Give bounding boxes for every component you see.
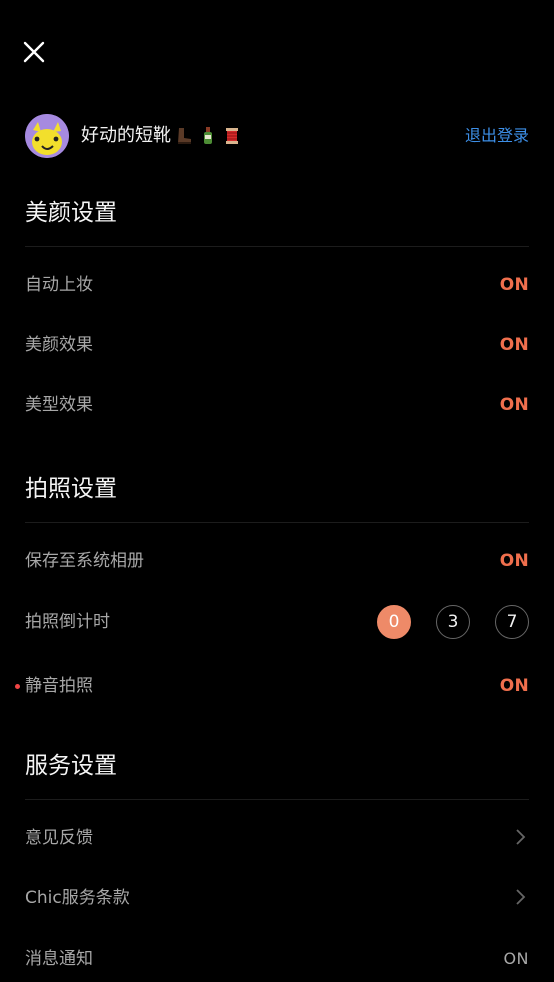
toggle-save-album[interactable]: ON: [500, 549, 529, 573]
setting-label: 美颜效果: [25, 335, 93, 355]
section-title-photo: 拍照设置: [25, 476, 117, 502]
toggle-auto-makeup[interactable]: ON: [500, 273, 529, 297]
setting-row-save-album[interactable]: 保存至系统相册 ON: [25, 541, 529, 581]
spool-emoji-icon: [221, 125, 243, 147]
close-icon: [23, 41, 45, 63]
notification-dot-icon: [15, 684, 20, 689]
countdown-option-3[interactable]: 3: [436, 605, 470, 639]
section-title-service: 服务设置: [25, 753, 117, 779]
toggle-notifications[interactable]: ON: [503, 947, 529, 971]
setting-row-beauty-effect[interactable]: 美颜效果 ON: [25, 325, 529, 365]
setting-label: 意见反馈: [25, 828, 93, 848]
setting-label: 消息通知: [25, 949, 93, 969]
close-button[interactable]: [19, 37, 49, 67]
setting-row-feedback[interactable]: 意见反馈: [25, 818, 529, 858]
boot-emoji-icon: [173, 125, 195, 147]
logout-button[interactable]: 退出登录: [465, 124, 529, 148]
toggle-beauty-effect[interactable]: ON: [500, 333, 529, 357]
username: 好动的短靴: [81, 123, 243, 149]
setting-row-terms[interactable]: Chic服务条款: [25, 878, 529, 918]
countdown-option-0[interactable]: 0: [377, 605, 411, 639]
divider: [25, 246, 529, 247]
divider: [25, 799, 529, 800]
setting-row-auto-makeup[interactable]: 自动上妆 ON: [25, 265, 529, 305]
countdown-options: 0 3 7: [377, 605, 529, 639]
avatar[interactable]: [25, 114, 69, 158]
setting-row-shape-effect[interactable]: 美型效果 ON: [25, 385, 529, 425]
toggle-shape-effect[interactable]: ON: [500, 393, 529, 417]
chevron-right-icon: [516, 889, 526, 905]
setting-label: Chic服务条款: [25, 888, 130, 908]
toggle-silent-photo[interactable]: ON: [500, 674, 529, 698]
setting-row-countdown: 拍照倒计时 0 3 7: [25, 602, 529, 642]
avatar-icon: [25, 114, 69, 158]
setting-row-silent-photo[interactable]: 静音拍照 ON: [15, 666, 529, 706]
section-title-beauty: 美颜设置: [25, 200, 117, 226]
setting-label: 美型效果: [25, 395, 93, 415]
profile-row: 好动的短靴 退出登录: [25, 114, 529, 158]
username-text: 好动的短靴: [81, 125, 171, 146]
setting-label: 静音拍照: [25, 676, 93, 696]
divider: [25, 522, 529, 523]
setting-row-notifications[interactable]: 消息通知 ON: [25, 939, 529, 979]
setting-label: 拍照倒计时: [25, 612, 110, 632]
setting-label: 保存至系统相册: [25, 551, 144, 571]
chevron-right-icon: [516, 829, 526, 845]
countdown-option-7[interactable]: 7: [495, 605, 529, 639]
setting-label: 自动上妆: [25, 275, 93, 295]
bottle-emoji-icon: [197, 125, 219, 147]
